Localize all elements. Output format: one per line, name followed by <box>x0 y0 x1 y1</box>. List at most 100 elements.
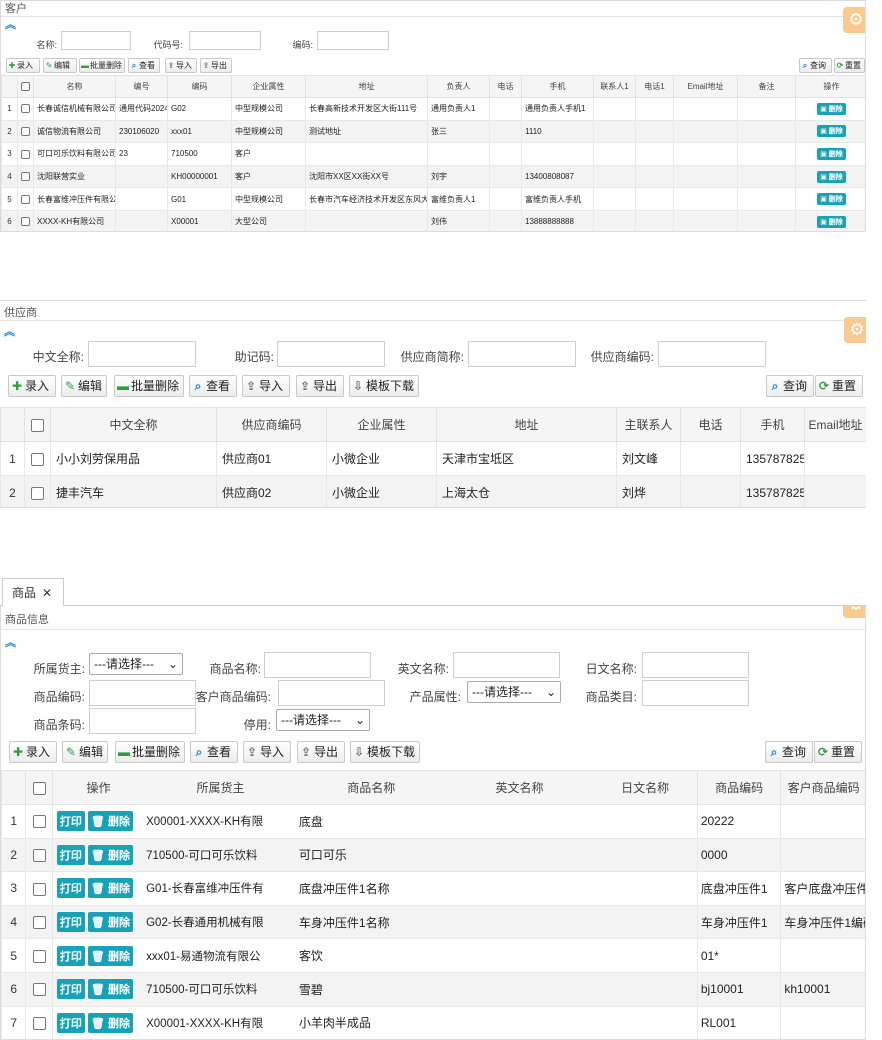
filter-input-number[interactable] <box>317 31 389 50</box>
header-select-all[interactable] <box>17 75 34 98</box>
row-checkbox[interactable] <box>32 916 46 930</box>
delete-button[interactable]: 🗑 删除 <box>87 979 133 1000</box>
add-button[interactable]: ✚ 录入 <box>8 375 56 397</box>
collapse-icon[interactable]: ︽ <box>0 327 866 338</box>
row-select[interactable] <box>24 475 51 507</box>
print-button[interactable]: 打印 <box>56 945 85 966</box>
filter-input-en-name[interactable] <box>453 652 560 678</box>
reset-button[interactable]: ⟳ 重置 <box>815 375 863 397</box>
delete-button[interactable]: ▣ 删除 <box>817 170 846 183</box>
row-checkbox[interactable] <box>21 172 30 182</box>
edit-button[interactable]: ✎ 编辑 <box>43 58 77 73</box>
filter-input-code[interactable] <box>189 31 261 50</box>
table-row[interactable]: 6 XXXX-KH有限公司 X00001 大型公司 刘伟 13888888888 ▣ 删除 <box>1 209 865 231</box>
row-checkbox[interactable] <box>21 194 30 204</box>
select-all-checkbox[interactable] <box>21 82 30 92</box>
export-button[interactable]: ⇪ 导出 <box>200 58 232 73</box>
edit-button[interactable]: ✎ 编辑 <box>62 741 108 763</box>
delete-button[interactable]: 🗑 删除 <box>87 945 133 966</box>
view-button[interactable]: ⌕ 查看 <box>189 375 237 397</box>
table-row[interactable]: 2 捷丰汽车供应商02小微企业上海太仓刘烨 1357878250 <box>0 475 866 507</box>
reset-button[interactable]: ⟳ 重置 <box>834 58 865 73</box>
owner-select[interactable]: ---请选择--- ⌄ <box>89 653 183 675</box>
export-button[interactable]: ⇪ 导出 <box>297 741 345 763</box>
delete-button[interactable]: ▣ 删除 <box>817 102 846 115</box>
view-button[interactable]: ⌕ 查看 <box>190 741 238 763</box>
row-select[interactable] <box>17 97 34 121</box>
filter-input-category[interactable] <box>642 680 749 706</box>
tab-goods[interactable]: 商品 ✕ <box>2 578 64 607</box>
edit-button[interactable]: ✎ 编辑 <box>61 375 107 397</box>
import-button[interactable]: ⇪ 导入 <box>242 375 290 397</box>
table-row[interactable]: 2 打印 🗑 删除 710500-可口可乐饮料 可口可乐 0000 <box>1 837 865 873</box>
delete-button[interactable]: 🗑 删除 <box>87 878 133 899</box>
query-button[interactable]: ⌕ 查询 <box>765 741 813 763</box>
select-all-checkbox[interactable] <box>32 781 46 795</box>
settings-gear-icon[interactable]: ⚙ <box>844 317 866 343</box>
add-button[interactable]: ✚ 录入 <box>6 58 40 73</box>
row-select[interactable] <box>24 441 51 476</box>
header-select-all[interactable] <box>25 770 53 805</box>
row-select[interactable] <box>25 1005 53 1039</box>
filter-input-code[interactable] <box>658 341 766 367</box>
print-button[interactable]: 打印 <box>56 878 85 899</box>
print-button[interactable]: 打印 <box>56 844 85 865</box>
template-download-button[interactable]: ⇩ 模板下载 <box>349 375 419 397</box>
delete-button[interactable]: ▣ 删除 <box>817 125 846 138</box>
table-row[interactable]: 5 长春富维冲压件有限公司 G01中型规模公司长春市汽车经济技术开发区东风大街111… <box>1 187 865 211</box>
table-row[interactable]: 1 打印 🗑 删除 X00001-XXXX-KH有限 底盘 20222 <box>1 804 865 839</box>
export-button[interactable]: ⇪ 导出 <box>296 375 344 397</box>
header-select-all[interactable] <box>24 407 51 442</box>
filter-input-shortname[interactable] <box>468 341 576 367</box>
filter-input-name[interactable] <box>61 31 131 50</box>
row-checkbox[interactable] <box>21 127 30 137</box>
query-button[interactable]: ⌕ 查询 <box>766 375 814 397</box>
row-select[interactable] <box>17 187 34 211</box>
row-select[interactable] <box>25 904 53 940</box>
row-checkbox[interactable] <box>21 149 30 159</box>
delete-button[interactable]: 🗑 删除 <box>87 912 133 933</box>
filter-input-code[interactable] <box>89 680 196 706</box>
query-button[interactable]: ⌕ 查询 <box>799 58 832 73</box>
row-select[interactable] <box>25 938 53 973</box>
row-checkbox[interactable] <box>21 217 30 227</box>
row-checkbox[interactable] <box>32 949 46 963</box>
filter-input-cust-code[interactable] <box>278 680 385 706</box>
import-button[interactable]: ⇪ 导入 <box>243 741 291 763</box>
print-button[interactable]: 打印 <box>56 912 85 933</box>
attr-select[interactable]: ---请选择--- ⌄ <box>467 681 561 703</box>
row-select[interactable] <box>17 164 34 189</box>
collapse-icon[interactable]: ︽ <box>1 20 865 31</box>
row-checkbox[interactable] <box>21 104 30 114</box>
close-icon[interactable]: ✕ <box>42 586 52 600</box>
delete-button[interactable]: 🗑 删除 <box>87 844 133 865</box>
delete-button[interactable]: 🗑 删除 <box>87 1012 133 1033</box>
row-select[interactable] <box>17 142 34 166</box>
row-checkbox[interactable] <box>32 815 46 829</box>
settings-gear-icon[interactable]: ⚙ <box>843 7 865 33</box>
print-button[interactable]: 打印 <box>56 1012 85 1033</box>
table-row[interactable]: 6 打印 🗑 删除 710500-可口可乐饮料 雪碧 bj10001 kh10001 <box>1 971 865 1007</box>
delete-button[interactable]: ▣ 删除 <box>817 147 846 160</box>
row-checkbox[interactable] <box>31 452 44 466</box>
table-row[interactable]: 7 打印 🗑 删除 X00001-XXXX-KH有限 小羊肉半成品 RL001 <box>1 1005 865 1039</box>
disabled-select[interactable]: ---请选择--- ⌄ <box>276 709 370 731</box>
row-select[interactable] <box>25 837 53 873</box>
table-row[interactable]: 1 长春诚信机械有限公司 通用代码2024 G02 中型规模公司 长春高新技术开发区大街1… <box>1 97 865 121</box>
row-checkbox[interactable] <box>32 882 46 896</box>
table-row[interactable]: 4 打印 🗑 删除 G02-长春通用机械有限 车身冲压件1名称 车身冲压件1 车身冲压件1编… <box>1 904 865 940</box>
filter-input-cnname[interactable] <box>88 341 196 367</box>
delete-button[interactable]: ▣ 删除 <box>817 193 846 206</box>
table-row[interactable]: 5 打印 🗑 删除 xxx01-易通物流有限公 客饮 01* <box>1 938 865 973</box>
filter-input-barcode[interactable] <box>89 708 196 734</box>
row-checkbox[interactable] <box>32 849 46 863</box>
table-row[interactable]: 4 沈阳联营实业 KH00000001 客户 沈阳市XX区XX街XX号 刘宇 1340080… <box>1 164 865 189</box>
import-button[interactable]: ⇪ 导入 <box>165 58 197 73</box>
add-button[interactable]: ✚ 录入 <box>9 741 57 763</box>
delete-button[interactable]: 🗑 删除 <box>87 811 133 832</box>
batch-delete-button[interactable]: ▬批量删除 <box>114 375 184 397</box>
batch-delete-button[interactable]: ▬批量删除 <box>115 741 185 763</box>
table-row[interactable]: 1 小小刘劳保用品供应商01小微企业天津市宝坻区刘文峰 1357878250 <box>0 441 866 476</box>
delete-button[interactable]: ▣ 删除 <box>817 215 846 228</box>
settings-gear-icon[interactable]: ⚙ <box>843 606 865 618</box>
